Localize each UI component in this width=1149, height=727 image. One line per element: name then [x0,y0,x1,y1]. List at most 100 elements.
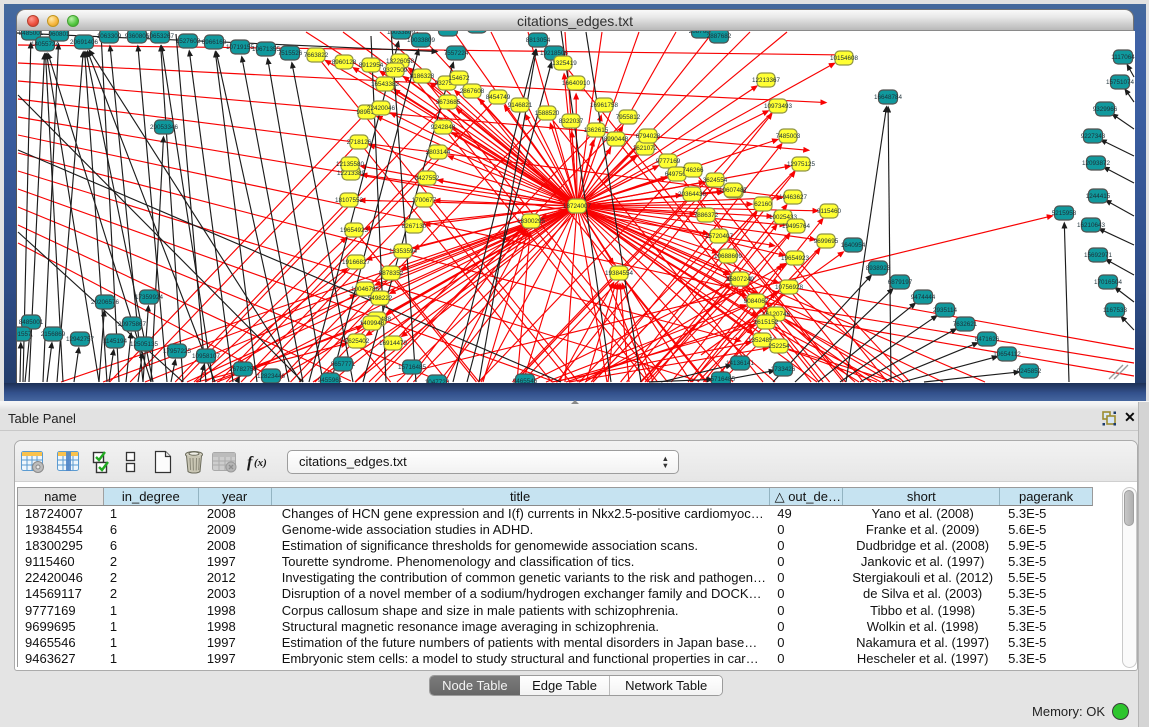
svg-text:14055724: 14055724 [31,41,60,48]
svg-text:62160: 62160 [754,201,772,208]
svg-text:10607487: 10607487 [719,187,748,194]
svg-text:7663822: 7663822 [304,52,329,59]
svg-text:12093872: 12093872 [1082,160,1111,167]
svg-text:10958107: 10958107 [192,353,221,360]
svg-text:8471626: 8471626 [975,336,1000,343]
svg-text:8938923: 8938923 [866,265,891,272]
svg-text:9465546: 9465546 [513,378,538,383]
svg-text:1145194: 1145194 [103,338,128,345]
svg-text:10688609: 10688609 [714,253,743,260]
svg-text:19654923: 19654923 [340,227,369,234]
svg-text:6879197: 6879197 [888,279,913,286]
svg-text:19463627: 19463627 [779,194,808,201]
svg-text:20691406: 20691406 [70,39,99,46]
svg-text:8990448: 8990448 [604,136,629,143]
svg-text:9657771: 9657771 [331,361,356,368]
svg-text:9146821: 9146821 [508,102,533,109]
svg-text:2718126: 2718126 [347,139,372,146]
svg-text:9474444: 9474444 [911,294,936,301]
svg-text:7632621: 7632621 [953,321,978,328]
svg-text:16210643: 16210643 [1077,222,1106,229]
svg-text:6966160: 6966160 [202,39,227,46]
svg-text:7955812: 7955812 [616,114,641,121]
svg-text:10653267: 10653267 [146,33,175,40]
svg-text:1047720: 1047720 [425,379,450,383]
svg-text:1615152: 1615152 [754,319,779,326]
svg-text:19495764: 19495764 [782,223,811,230]
svg-text:12823446: 12823446 [257,373,286,380]
svg-text:15720407: 15720407 [705,233,734,240]
svg-text:19654923: 19654923 [781,255,810,262]
svg-text:10154608: 10154608 [830,55,859,62]
svg-text:5498222: 5498222 [368,295,393,302]
svg-text:8454749: 8454749 [486,94,511,101]
svg-text:8322037: 8322037 [559,118,584,125]
svg-text:1362615: 1362615 [584,127,609,134]
svg-text:18107552: 18107552 [335,197,364,204]
svg-text:9455961: 9455961 [318,377,343,383]
svg-text:8960128: 8960128 [332,59,357,66]
svg-text:1117064: 1117064 [1111,54,1135,61]
svg-text:3673685: 3673685 [436,99,461,106]
svg-text:8912954: 8912954 [359,62,384,69]
svg-text:10719155: 10719155 [226,44,255,51]
svg-text:(x): (x) [254,457,267,469]
svg-text:154672: 154672 [448,75,470,82]
svg-text:10033809: 10033809 [387,31,416,36]
svg-text:16543382: 16543382 [371,81,400,88]
svg-text:f: f [247,454,254,471]
svg-text:1527602: 1527602 [176,38,201,45]
svg-text:9227343: 9227343 [1081,133,1106,140]
svg-text:12942757: 12942757 [66,336,95,343]
svg-text:16782759: 16782759 [229,366,258,373]
svg-text:960801: 960801 [48,31,70,38]
svg-text:10654112: 10654112 [993,351,1021,358]
svg-text:7557224: 7557224 [444,50,469,57]
svg-text:1588520: 1588520 [535,110,560,117]
svg-text:3624554: 3624554 [703,177,728,184]
svg-text:15716485: 15716485 [707,376,736,383]
svg-text:15716485: 15716485 [398,364,427,371]
svg-text:2803144: 2803144 [426,149,451,156]
svg-text:9329966: 9329966 [1093,106,1118,113]
svg-text:7886372: 7886372 [694,212,719,219]
svg-text:8485001: 8485001 [19,319,44,326]
svg-text:16648784: 16648784 [874,94,903,101]
svg-text:6794028: 6794028 [636,133,661,140]
svg-text:20364436: 20364436 [678,191,707,198]
svg-text:13353594: 13353594 [389,248,418,255]
svg-text:17016504: 17016504 [1094,279,1123,286]
svg-text:12135580: 12135580 [336,161,365,168]
svg-text:1244415: 1244415 [1086,193,1111,200]
svg-text:15692971: 15692971 [1084,252,1113,259]
svg-text:9327509: 9327509 [383,67,408,74]
svg-text:9245852: 9245852 [1017,368,1042,375]
svg-text:1063309: 1063309 [97,33,122,40]
svg-text:18300295: 18300295 [517,218,546,225]
svg-text:10033809: 10033809 [407,37,436,44]
svg-text:391557: 391557 [17,331,32,338]
svg-text:17359924: 17359924 [135,294,164,301]
svg-text:2867608: 2867608 [460,88,485,95]
svg-text:1621072: 1621072 [633,145,658,152]
svg-text:19166827: 19166827 [342,259,371,266]
svg-text:11325419: 11325419 [549,60,577,67]
svg-text:1167533: 1167533 [1103,307,1128,314]
svg-text:1700677: 1700677 [412,197,437,204]
svg-text:20975867: 20975867 [118,321,147,328]
svg-text:29053346: 29053346 [150,124,179,131]
svg-text:9084067: 9084067 [744,298,769,305]
svg-text:16961758: 16961758 [590,102,619,109]
svg-text:12975125: 12975125 [787,161,816,168]
svg-text:10973493: 10973493 [764,103,793,110]
svg-text:17957225: 17957225 [163,348,192,355]
svg-text:8878352: 8878352 [379,270,404,277]
svg-text:19384554: 19384554 [605,270,634,277]
svg-text:12213367: 12213367 [752,77,781,84]
svg-text:7625402: 7625402 [345,338,370,345]
svg-text:14136141: 14136141 [726,360,755,367]
svg-text:5215958: 5215958 [1052,210,1077,217]
svg-text:10671355: 10671355 [252,46,281,53]
svg-text:7515526: 7515526 [278,50,303,57]
svg-text:15807249: 15807249 [726,276,755,283]
